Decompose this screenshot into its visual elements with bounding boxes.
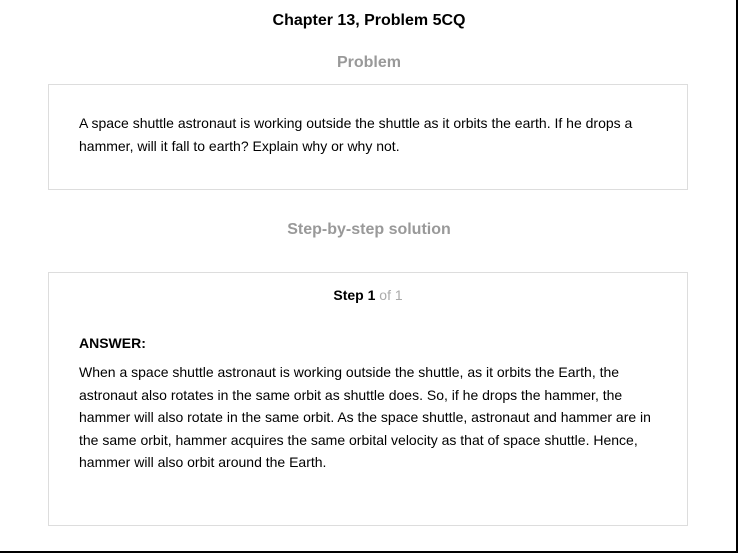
step-word: Step xyxy=(333,287,364,303)
solution-card: Step 1 of 1 ANSWER: When a space shuttle… xyxy=(48,272,688,526)
problem-text: A space shuttle astronaut is working out… xyxy=(79,115,633,154)
step-total: of 1 xyxy=(379,287,403,303)
step-number: 1 xyxy=(367,287,376,303)
answer-label: ANSWER: xyxy=(79,335,146,351)
problem-card: A space shuttle astronaut is working out… xyxy=(48,84,688,190)
answer-text: When a space shuttle astronaut is workin… xyxy=(79,364,651,470)
page-title: Chapter 13, Problem 5CQ xyxy=(272,12,466,29)
problem-heading: Problem xyxy=(336,54,401,71)
step-indicator: Step 1 of 1 xyxy=(49,285,687,305)
solution-heading: Step-by-step solution xyxy=(287,221,451,238)
